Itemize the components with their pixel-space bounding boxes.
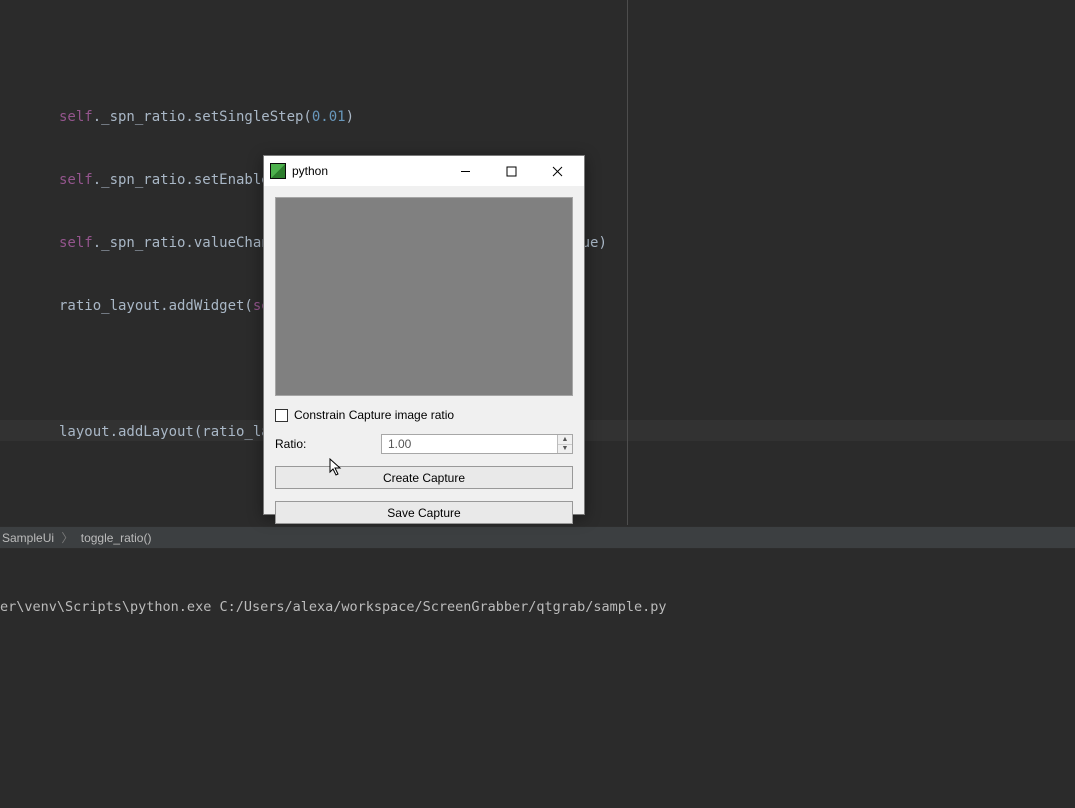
ratio-value[interactable]: 1.00 (382, 437, 557, 451)
python-app-icon (270, 163, 286, 179)
terminal-panel[interactable]: er\venv\Scripts\python.exe C:/Users/alex… (0, 548, 1075, 808)
ratio-spinbox[interactable]: 1.00 ▲ ▼ (381, 434, 573, 454)
ratio-label: Ratio: (275, 437, 373, 451)
maximize-button[interactable] (488, 156, 534, 186)
save-capture-button[interactable]: Save Capture (275, 501, 573, 524)
spin-up-icon[interactable]: ▲ (558, 435, 572, 445)
constrain-ratio-label: Constrain Capture image ratio (294, 408, 454, 422)
capture-preview-area (275, 197, 573, 396)
terminal-line: er\venv\Scripts\python.exe C:/Users/alex… (0, 599, 1075, 615)
breadcrumb-sep: 〉 (61, 531, 73, 545)
python-dialog-window: python Constrain Capture image ratio Rat… (263, 155, 585, 515)
minimize-button[interactable] (442, 156, 488, 186)
dialog-titlebar[interactable]: python (264, 156, 584, 186)
breadcrumb-class[interactable]: SampleUi (2, 531, 54, 545)
editor-margin-rule (627, 0, 628, 525)
spin-down-icon[interactable]: ▼ (558, 445, 572, 454)
constrain-ratio-checkbox[interactable] (275, 409, 288, 422)
breadcrumb-method[interactable]: toggle_ratio() (81, 531, 152, 545)
dialog-title: python (292, 164, 442, 178)
create-capture-button[interactable]: Create Capture (275, 466, 573, 489)
close-button[interactable] (534, 156, 580, 186)
